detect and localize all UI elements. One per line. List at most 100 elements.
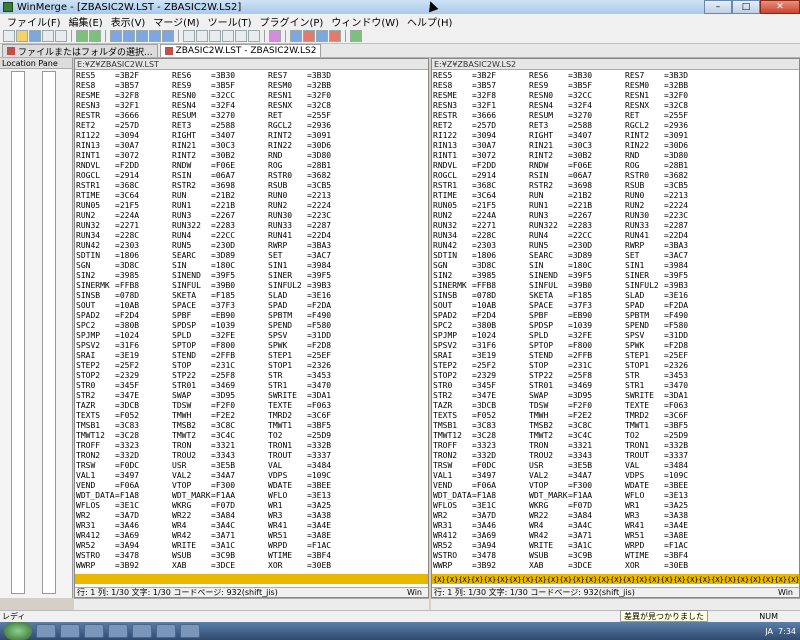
code-line[interactable]: VAL1 =3497 VAL2 =34A7 VDPS =109C (432, 471, 799, 481)
code-line[interactable]: SPC2 =380B SPDSP =1039 SPEND =F580 (75, 321, 428, 331)
code-line[interactable]: RSTR1 =368C RSTR2 =3698 RSUB =3CB5 (75, 181, 428, 191)
code-line[interactable]: TMWT12 =3C28 TMWT2 =3C4C TO2 =25D9 (432, 431, 799, 441)
current-diff-icon[interactable] (162, 29, 174, 42)
taskbar-app-icon[interactable] (84, 624, 104, 638)
code-line[interactable]: TMWT12 =3C28 TMWT2 =3C4C TO2 =25D9 (75, 431, 428, 441)
code-line[interactable]: WDT_DATA =F1A8 WDT_MARK =F1AA WFLO =3E13 (432, 491, 799, 501)
code-line[interactable]: WSTRO =3478 WSUB =3C9B WTIME =3BF4 (432, 551, 799, 561)
taskbar-app-icon[interactable] (180, 624, 200, 638)
code-line[interactable]: WR2 =3A7D WR22 =3A84 WR3 =3A38 (75, 511, 428, 521)
taskbar-app-icon[interactable] (36, 624, 56, 638)
code-line[interactable]: SRAI =3E19 STEND =2FFB STEP1 =25EF (432, 351, 799, 361)
taskbar-app-icon[interactable] (156, 624, 176, 638)
code-line[interactable]: RUN42 =2303 RUN5 =230D RWRP =3BA3 (75, 241, 428, 251)
location-bar-right[interactable] (42, 71, 56, 594)
tab-compare[interactable]: ZBASIC2W.LST - ZBASIC2W.LS2 (159, 44, 322, 57)
right-horizontal-scrollbar[interactable] (431, 598, 800, 610)
language-indicator[interactable]: JA (765, 627, 773, 636)
menu-edit[interactable]: 編集(E) (65, 14, 107, 29)
maximize-button[interactable]: □ (732, 0, 760, 14)
code-line[interactable]: RINT1 =3072 RINT2 =30B2 RND =3D80 (432, 151, 799, 161)
code-line[interactable]: SINSB =078D SKETA =F185 SLAD =3E16 (432, 291, 799, 301)
code-line[interactable]: TRSW =F0DC USR =3E5B VAL =3484 (75, 461, 428, 471)
code-line[interactable]: STOP2 =2329 STP22 =25F8 STR =3453 (75, 371, 428, 381)
code-line[interactable]: SPSV2 =31F6 SPTOP =F800 SPWK =F2D8 (432, 341, 799, 351)
code-line[interactable]: RUN32 =2271 RUN322 =2283 RUN33 =2287 (432, 221, 799, 231)
code-line[interactable]: SINERMK =FFB8 SINFUL =39B0 SINFUL2 =39B3 (75, 281, 428, 291)
code-line[interactable]: RUN42 =2303 RUN5 =230D RWRP =3BA3 (432, 241, 799, 251)
code-line[interactable]: SGN =3D8C SIN =180C SIN1 =3984 (75, 261, 428, 271)
compare-icon[interactable] (316, 29, 328, 42)
code-line[interactable]: SGN =3D8C SIN =180C SIN1 =3984 (432, 261, 799, 271)
menu-view[interactable]: 表示(V) (107, 14, 150, 29)
code-line[interactable]: RUN2 =224A RUN3 =2267 RUN30 =223C (75, 211, 428, 221)
title-bar[interactable]: WinMerge - [ZBASIC2W.LST - ZBASIC2W.LS2]… (0, 0, 800, 14)
menu-tools[interactable]: ツール(T) (204, 14, 256, 29)
next-file-icon[interactable] (303, 29, 315, 42)
code-line[interactable]: RES5 =3B2F RES6 =3B30 RES7 =3B3D (432, 71, 799, 81)
code-line[interactable]: STOP2 =2329 STP22 =25F8 STR =3453 (432, 371, 799, 381)
code-line[interactable]: STR2 =347E SWAP =3D95 SWRITE =3DA1 (75, 391, 428, 401)
code-line[interactable]: TEXTS =F052 TMWH =F2E2 TMRD2 =3C6F (75, 411, 428, 421)
code-line[interactable]: WDT_DATA =F1A8 WDT_MARK =F1AA WFLO =3E13 (75, 491, 428, 501)
code-line[interactable]: RNDVL =F2DD RNDW =F06E ROG =28B1 (432, 161, 799, 171)
code-line[interactable]: RESTR =3666 RESUM =3270 RET =255F (75, 111, 428, 121)
copy-all-left-icon[interactable] (248, 29, 260, 42)
code-line[interactable]: STR0 =345F STR01 =3469 STR1 =3470 (75, 381, 428, 391)
redo-icon[interactable] (89, 29, 101, 42)
code-line[interactable]: RTIME =3C64 RUN =21B2 RUN0 =2213 (75, 191, 428, 201)
code-line[interactable]: SPJMP =1024 SPLD =32FE SPSV =31DD (75, 331, 428, 341)
code-line[interactable]: ROGCL =2914 RSIN =06A7 RSTR0 =3682 (75, 171, 428, 181)
code-line[interactable]: RESME =32F8 RESN0 =32CC RESN1 =32F0 (432, 91, 799, 101)
code-line[interactable]: STR2 =347E SWAP =3D95 SWRITE =3DA1 (432, 391, 799, 401)
right-file-pane[interactable]: E:¥Z¥ZBASIC2W.LS2 RES5 =3B2F RES6 =3B30 RES7… (431, 58, 800, 598)
code-line[interactable]: WFLOS =3E1C WKRG =F07D WR1 =3A25 (432, 501, 799, 511)
code-line[interactable]: WR52 =3A94 WRITE =3A1C WRPD =F1AC (75, 541, 428, 551)
menu-file[interactable]: ファイル(F) (3, 14, 65, 29)
left-file-pane[interactable]: E:¥Z¥ZBASIC2W.LST RES5 =3B2F RES6 =3B30 RES7… (74, 58, 429, 598)
code-line[interactable]: SDTIN =1806 SEARC =3D89 SET =3AC7 (432, 251, 799, 261)
copy-left-advance-icon[interactable] (222, 29, 234, 42)
code-line[interactable]: RUN32 =2271 RUN322 =2283 RUN33 =2287 (75, 221, 428, 231)
code-line[interactable]: SPSV2 =31F6 SPTOP =F800 SPWK =F2D8 (75, 341, 428, 351)
code-line[interactable]: RINT1 =3072 RINT2 =30B2 RND =3D80 (75, 151, 428, 161)
code-line[interactable]: RET2 =257D RET3 =2588 RGCL2 =2936 (432, 121, 799, 131)
menu-help[interactable]: ヘルプ(H) (403, 14, 456, 29)
copy-right-icon[interactable] (183, 29, 195, 42)
menu-window[interactable]: ウィンドウ(W) (327, 14, 403, 29)
code-line[interactable]: STR0 =345F STR01 =3469 STR1 =3470 (432, 381, 799, 391)
code-line[interactable]: WR412 =3A69 WR42 =3A71 WR51 =3A8E (432, 531, 799, 541)
code-line[interactable]: RUN05 =21F5 RUN1 =221B RUN2 =2224 (432, 201, 799, 211)
code-line[interactable]: RESN3 =32F1 RESN4 =32F4 RESNX =32C8 (75, 101, 428, 111)
code-line[interactable]: RSTR1 =368C RSTR2 =3698 RSUB =3CB5 (432, 181, 799, 191)
code-line[interactable]: RI122 =3094 RIGHT =3407 RINT2 =3091 (432, 131, 799, 141)
code-line[interactable]: ROGCL =2914 RSIN =06A7 RSTR0 =3682 (432, 171, 799, 181)
code-line[interactable]: RUN34 =228C RUN4 =22CC RUN41 =22D4 (75, 231, 428, 241)
code-line[interactable]: RESN3 =32F1 RESN4 =32F4 RESNX =32C8 (432, 101, 799, 111)
code-line[interactable]: VAL1 =3497 VAL2 =34A7 VDPS =109C (75, 471, 428, 481)
refresh-icon[interactable] (350, 29, 362, 42)
code-line[interactable]: WR52 =3A94 WRITE =3A1C WRPD =F1AC (432, 541, 799, 551)
code-line[interactable]: TROFF =3323 TRON =3321 TRON1 =332B (75, 441, 428, 451)
code-line[interactable]: RES5 =3B2F RES6 =3B30 RES7 =3B3D (75, 71, 428, 81)
code-line[interactable]: RIN13 =30A7 RIN21 =30C3 RIN22 =30D6 (432, 141, 799, 151)
undo-icon[interactable] (76, 29, 88, 42)
first-diff-icon[interactable] (110, 29, 122, 42)
copy-all-right-icon[interactable] (235, 29, 247, 42)
save-right-icon[interactable] (55, 29, 67, 42)
taskbar-app-icon[interactable] (132, 624, 152, 638)
start-button[interactable] (4, 622, 32, 640)
code-line[interactable]: STEP2 =25F2 STOP =231C STOP1 =2326 (75, 361, 428, 371)
code-line[interactable]: SRAI =3E19 STEND =2FFB STEP1 =25EF (75, 351, 428, 361)
code-line[interactable]: SDTIN =1806 SEARC =3D89 SET =3AC7 (75, 251, 428, 261)
open-folder-icon[interactable] (16, 29, 28, 42)
clock[interactable]: 7:34 (778, 627, 796, 636)
menu-merge[interactable]: マージ(M) (149, 14, 203, 29)
code-line[interactable]: SPAD2 =F2D4 SPBF =EB90 SPBTM =F490 (75, 311, 428, 321)
code-line[interactable]: RIN13 =30A7 RIN21 =30C3 RIN22 =30D6 (75, 141, 428, 151)
prev-diff-icon[interactable] (123, 29, 135, 42)
code-line[interactable]: TRON2 =332D TROU2 =3343 TROUT =3337 (75, 451, 428, 461)
code-line[interactable]: RUN05 =21F5 RUN1 =221B RUN2 =2224 (75, 201, 428, 211)
prev-file-icon[interactable] (290, 29, 302, 42)
code-line[interactable]: TMSB1 =3C83 TMSB2 =3C8C TMWT1 =3BF5 (75, 421, 428, 431)
